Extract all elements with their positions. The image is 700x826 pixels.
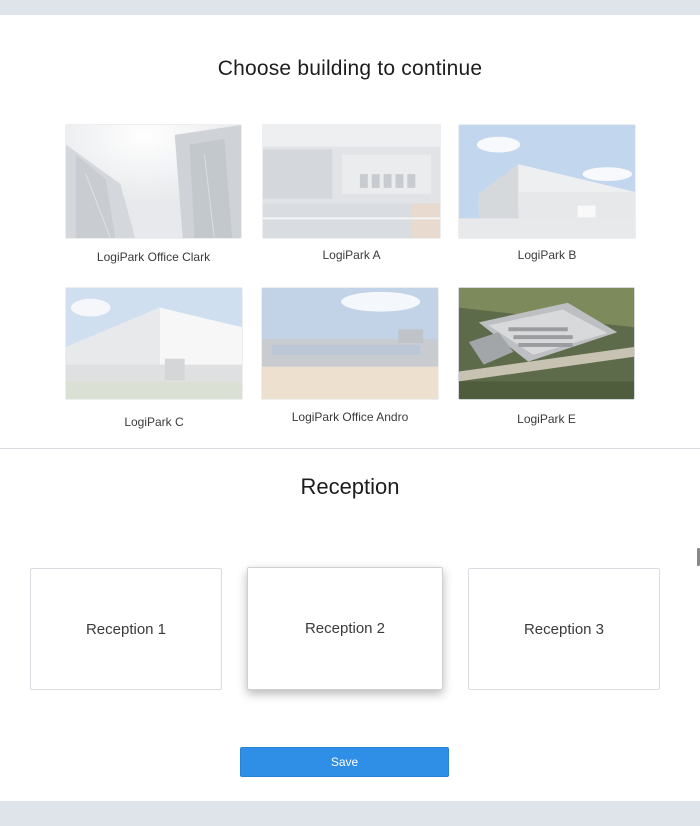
- reception-option-label: Reception 2: [304, 620, 386, 637]
- building-card-office-andro[interactable]: LogiPark Office Andro: [261, 287, 439, 431]
- page-title: Choose building to continue: [217, 57, 483, 80]
- bottom-bar: [0, 801, 700, 826]
- building-card-c[interactable]: LogiPark C: [65, 287, 243, 431]
- reception-section-title: Reception: [300, 474, 400, 499]
- reception-option-3[interactable]: Reception 3: [468, 568, 660, 690]
- section-divider: [0, 448, 700, 449]
- building-label: LogiPark A: [322, 248, 381, 262]
- reception-option-label: Reception 3: [523, 620, 605, 638]
- aerial-logistics-park-photo: [458, 287, 635, 400]
- save-button[interactable]: Save: [240, 747, 449, 777]
- building-label: LogiPark B: [517, 248, 577, 262]
- reception-option-label: Reception 1: [85, 620, 167, 638]
- reception-option-2[interactable]: Reception 2: [247, 567, 443, 690]
- aerial-rooftop-photo: [262, 124, 441, 239]
- industrial-site-photo: [261, 287, 439, 400]
- warehouse-hangar-photo: [458, 124, 636, 239]
- building-label: LogiPark Office Andro: [291, 410, 409, 424]
- building-label: LogiPark Office Clark: [96, 250, 211, 264]
- building-card-b[interactable]: LogiPark B: [458, 124, 636, 264]
- building-card-e[interactable]: LogiPark E: [458, 287, 635, 431]
- building-card-a[interactable]: LogiPark A: [262, 124, 441, 264]
- building-card-office-clark[interactable]: LogiPark Office Clark: [65, 124, 242, 264]
- office-towers-photo: [65, 124, 242, 239]
- building-label: LogiPark E: [517, 412, 576, 426]
- reception-option-1[interactable]: Reception 1: [30, 568, 222, 690]
- warehouse-building-photo: [65, 287, 243, 400]
- top-bar: [0, 0, 700, 15]
- building-label: LogiPark C: [124, 415, 184, 429]
